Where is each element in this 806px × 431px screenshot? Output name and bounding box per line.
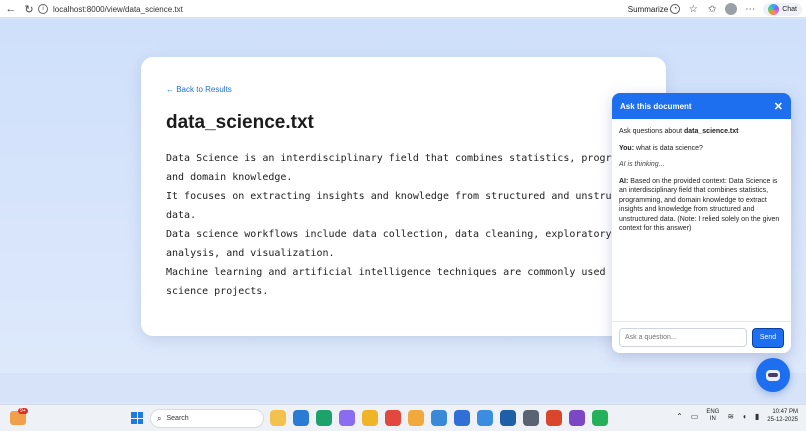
office-app-icon[interactable] — [546, 410, 562, 426]
address-bar[interactable]: i localhost:8000/view/data_science.txt — [38, 2, 638, 16]
summarize-label: Summarize — [627, 4, 669, 14]
favorite-star-icon[interactable]: ☆ — [687, 3, 699, 15]
user-message-text: what is data science? — [634, 144, 703, 152]
clock[interactable]: 10:47 PM 25-12-2025 — [767, 408, 798, 424]
chevron-up-icon[interactable]: ⌃ — [676, 412, 683, 421]
taskbar-search-label: Search — [166, 415, 189, 422]
taskbar-search[interactable]: ⌕ Search — [150, 409, 264, 428]
close-icon[interactable]: ✕ — [774, 100, 783, 113]
chat-input-bar: Send — [612, 321, 791, 353]
chrome-app-icon[interactable] — [385, 410, 401, 426]
ai-message-text: Based on the provided context: Data Scie… — [619, 177, 780, 233]
volume-icon[interactable]: ◖ — [742, 412, 747, 421]
lang-bottom: IN — [709, 416, 716, 422]
document-card: ← Back to Results data_science.txt Data … — [141, 57, 666, 336]
copilot-chat-button[interactable]: Chat — [763, 2, 802, 16]
whatsapp-app-icon[interactable] — [592, 410, 608, 426]
clock-time: 10:47 PM — [772, 409, 798, 415]
store-app-icon[interactable] — [500, 410, 516, 426]
battery-status-icon[interactable]: ▮ — [755, 412, 759, 421]
summarize-button[interactable]: Summarize ◔ — [627, 4, 681, 14]
search-icon: ⌕ — [157, 413, 162, 423]
notification-badge: 9+ — [18, 408, 28, 414]
robot-icon — [766, 369, 780, 381]
intro-prefix: Ask questions about — [619, 128, 684, 135]
calculator-app-icon[interactable] — [523, 410, 539, 426]
ai-label: AI: — [619, 177, 629, 185]
reload-icon[interactable]: ↻ — [21, 1, 37, 17]
copilot-icon — [768, 3, 780, 15]
panel-title: Ask this document — [620, 101, 692, 111]
browser-toolbar: ← ↻ i localhost:8000/view/data_science.t… — [0, 0, 806, 18]
chat-label: Chat — [782, 5, 797, 13]
lang-top: ENG — [706, 409, 720, 415]
user-label: You: — [619, 144, 635, 152]
file-explorer-app-icon[interactable] — [270, 410, 286, 426]
visual-studio-app-icon[interactable] — [569, 410, 585, 426]
windows-start-icon[interactable] — [131, 412, 143, 424]
document-title: data_science.txt — [166, 112, 314, 133]
summarize-icon: ◔ — [670, 4, 681, 14]
page-bottom-strip — [0, 373, 806, 403]
address-url: localhost:8000/view/data_science.txt — [53, 4, 183, 14]
chatbot-toggle-button[interactable] — [756, 358, 790, 392]
taskbar-apps — [270, 410, 608, 426]
terminal-app-icon[interactable] — [431, 410, 447, 426]
favorites-icon[interactable]: ✩ — [706, 3, 718, 15]
chat-messages: Ask questions about data_science.txt You… — [612, 119, 791, 249]
todo-app-icon[interactable] — [454, 410, 470, 426]
vscode-app-icon[interactable] — [293, 410, 309, 426]
system-tray: ⌃ ▭ ENG IN ≋ ◖ ▮ 10:47 PM 25-12-2025 — [676, 408, 798, 424]
panel-header: Ask this document ✕ — [612, 93, 791, 119]
back-to-results-link[interactable]: ← Back to Results — [166, 85, 232, 94]
back-arrow-icon[interactable]: ← — [3, 1, 19, 17]
chat-intro: Ask questions about data_science.txt — [619, 127, 784, 137]
ai-message: AI: Based on the provided context: Data … — [619, 177, 784, 234]
battery-icon[interactable]: ▭ — [691, 412, 699, 421]
globe-app-icon[interactable] — [477, 410, 493, 426]
taskbar: 9+ ⌕ Search ⌃ ▭ ENG IN ≋ ◖ ▮ 10:47 PM 25 — [0, 404, 806, 431]
copilot-app-icon[interactable] — [339, 410, 355, 426]
question-input[interactable] — [619, 328, 747, 347]
intro-doc-name: data_science.txt — [684, 128, 739, 135]
clock-date: 25-12-2025 — [767, 417, 798, 423]
chrome-dev-app-icon[interactable] — [408, 410, 424, 426]
edge-app-icon[interactable] — [316, 410, 332, 426]
send-button[interactable]: Send — [752, 327, 784, 348]
profile-avatar[interactable] — [725, 3, 738, 15]
more-menu-icon[interactable]: ⋯ — [744, 3, 756, 15]
thinking-indicator: AI is thinking... — [619, 161, 665, 168]
folder-app-icon[interactable] — [362, 410, 378, 426]
wifi-icon[interactable]: ≋ — [727, 412, 734, 421]
site-info-icon[interactable]: i — [38, 4, 48, 14]
ask-document-panel: Ask this document ✕ Ask questions about … — [612, 93, 791, 353]
user-message: You: what is data science? — [619, 144, 784, 154]
document-content: Data Science is an interdisciplinary fie… — [166, 153, 654, 297]
language-indicator[interactable]: ENG IN — [706, 409, 719, 423]
